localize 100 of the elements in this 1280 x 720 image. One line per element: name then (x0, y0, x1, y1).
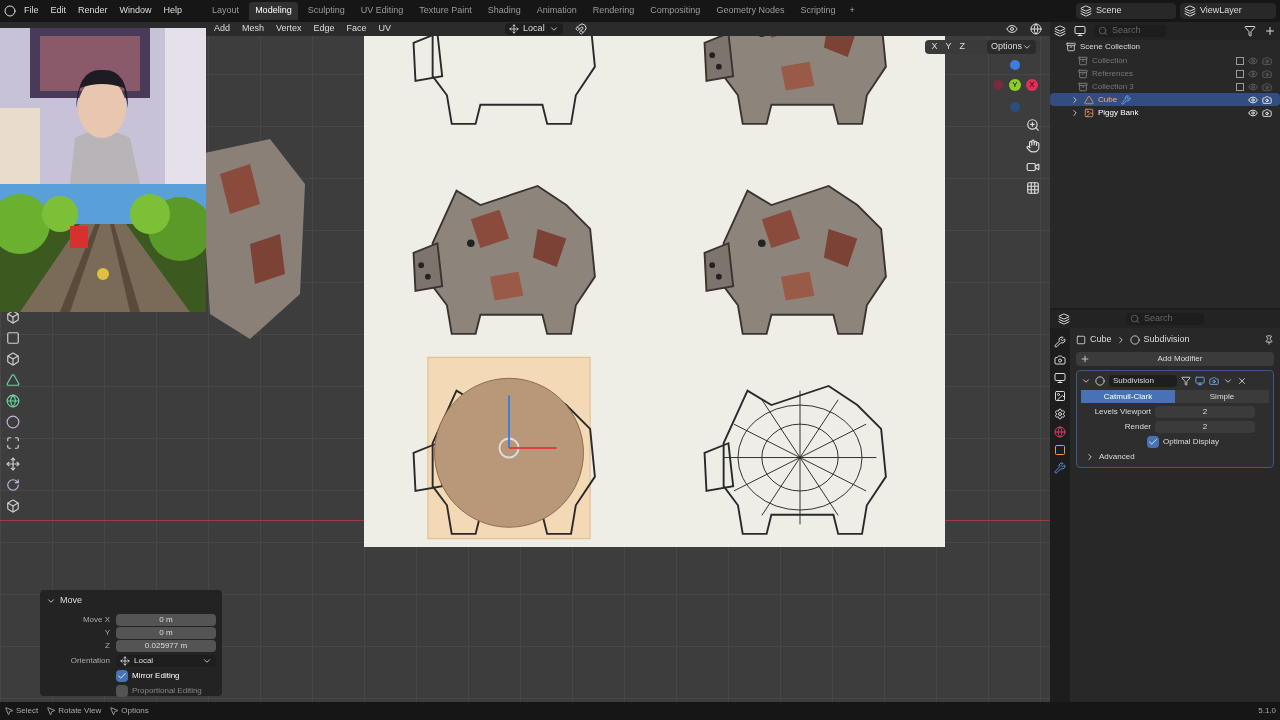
eye-icon[interactable] (1248, 107, 1258, 118)
checkbox[interactable] (1236, 69, 1244, 78)
render-tab-icon[interactable] (1054, 354, 1066, 366)
options-dropdown[interactable]: Options (986, 40, 1036, 54)
outliner-row[interactable]: Piggy Bank (1050, 106, 1280, 119)
number-field[interactable]: 0.025977 m (116, 639, 216, 652)
cube-icon[interactable] (6, 310, 20, 324)
3d-viewport[interactable]: Add Mesh Vertex Edge Face UV Local X Y Z Options Y X Move Move X 0 m Y 0 m Z 0.025977 m Orientation Local Mirror Editing Proportional Editing (0, 22, 1050, 702)
workspace-tab[interactable]: Geometry Nodes (710, 2, 791, 20)
menu-item[interactable]: File (20, 4, 43, 18)
workspace-tab[interactable]: Scripting (794, 2, 842, 20)
subdivision-type-tab[interactable]: Simple (1175, 390, 1269, 403)
eye-icon[interactable] (1248, 94, 1258, 105)
mirror-axis-toggle[interactable]: Y (943, 40, 954, 54)
cube-icon[interactable] (6, 352, 20, 366)
number-field[interactable]: 0 m (116, 626, 216, 639)
header-menu[interactable]: Add (214, 22, 230, 36)
mirror-axis-toggle[interactable]: X (929, 40, 940, 54)
tool-tab-icon[interactable] (1054, 336, 1066, 348)
checkbox[interactable] (1236, 56, 1244, 65)
gizmo-x-label: X (1026, 79, 1038, 91)
cube-icon[interactable] (6, 499, 20, 513)
viewport-toggle[interactable] (1195, 376, 1205, 386)
add-workspace-button[interactable]: + (845, 4, 859, 18)
menu-item[interactable]: Render (74, 4, 112, 18)
camera-icon[interactable] (1026, 160, 1040, 174)
object-tab-icon[interactable] (1054, 444, 1066, 456)
zoom-icon[interactable] (1026, 118, 1040, 132)
square-icon[interactable] (6, 331, 20, 345)
number-field[interactable]: 2 (1155, 406, 1255, 418)
header-menu[interactable]: Mesh (242, 22, 265, 36)
view-layer-tab-icon[interactable] (1054, 390, 1066, 402)
sphere-icon[interactable] (6, 415, 20, 429)
header-menu[interactable]: Vertex (276, 22, 302, 36)
chevron-right-icon (1070, 94, 1080, 105)
menu-item[interactable]: Help (159, 4, 187, 18)
scale-icon[interactable] (6, 436, 20, 450)
breadcrumb-item: Subdivision (1143, 333, 1190, 347)
view-layer-selector[interactable]: ViewLayer (1180, 3, 1276, 19)
grid-icon[interactable] (1026, 181, 1040, 195)
dropdown-icon[interactable] (1223, 376, 1233, 386)
workspace-tab[interactable]: Modeling (249, 2, 298, 20)
wrench-icon (1121, 94, 1132, 105)
move-icon[interactable] (6, 457, 20, 471)
modifier-tab-icon[interactable] (1054, 462, 1066, 474)
reference-image[interactable] (364, 36, 945, 547)
close-icon[interactable] (1237, 376, 1247, 386)
new-collection-icon[interactable] (1264, 25, 1276, 37)
checkbox-label: Mirror Editing (132, 669, 180, 682)
workspace-tab[interactable]: UV Editing (354, 2, 410, 20)
expand-toggle[interactable] (1081, 376, 1091, 386)
world-tab-icon[interactable] (1054, 426, 1066, 438)
pin-icon[interactable] (1264, 335, 1274, 345)
outliner-root[interactable]: Scene Collection (1080, 41, 1141, 53)
number-field[interactable]: 2 (1155, 421, 1255, 433)
rotate-icon[interactable] (6, 478, 20, 492)
add-modifier-button[interactable]: Add Modifier (1076, 352, 1274, 366)
axis-gizmo[interactable]: Y X (990, 60, 1040, 112)
header-menu[interactable]: UV (378, 22, 392, 36)
outliner-row[interactable]: Cube (1050, 93, 1280, 106)
mouse-icon (109, 706, 120, 716)
checkbox[interactable] (116, 684, 128, 697)
render-toggle[interactable] (1209, 376, 1219, 386)
mirror-axis-toggle[interactable]: Z (957, 40, 967, 54)
menu-item[interactable]: Edit (46, 4, 71, 18)
output-tab-icon[interactable] (1054, 372, 1066, 384)
checkbox[interactable] (1236, 82, 1244, 91)
workspace-tab[interactable]: Sculpting (301, 2, 351, 20)
snap-icon[interactable] (574, 23, 587, 35)
filter-icon[interactable] (1244, 25, 1256, 37)
modifier-name-field[interactable]: Subdivision (1109, 375, 1177, 387)
checkbox[interactable] (1147, 436, 1159, 448)
workspace-tab[interactable]: Layout (206, 2, 246, 20)
field-label: Z (104, 639, 110, 652)
workspace-tab[interactable]: Compositing (644, 2, 707, 20)
orientation-dropdown[interactable]: Local (116, 654, 216, 667)
header-menu[interactable]: Edge (313, 22, 335, 36)
menu-item[interactable]: Window (115, 4, 156, 18)
edit-mode-toggle[interactable] (1181, 376, 1191, 386)
subdivision-type-tab[interactable]: Catmull-Clark (1081, 390, 1175, 403)
workspace-tab[interactable]: Rendering (586, 2, 641, 20)
workspace-tab[interactable]: Shading (481, 2, 527, 20)
orientation-dropdown[interactable]: Local (505, 23, 563, 35)
globe-icon[interactable] (6, 394, 20, 408)
workspace-tab[interactable]: Texture Paint (413, 2, 478, 20)
scene-icon (1080, 5, 1092, 17)
header-menu[interactable]: Face (346, 22, 367, 36)
editor-type-icon[interactable] (1054, 25, 1066, 37)
editor-type-icon[interactable] (1058, 313, 1070, 325)
scene-tab-icon[interactable] (1054, 408, 1066, 420)
panel-header[interactable]: Move (46, 594, 216, 608)
visibility-icon[interactable] (1006, 23, 1018, 35)
scene-selector[interactable]: Scene (1076, 3, 1176, 19)
checkbox[interactable] (116, 669, 128, 682)
triangle-icon[interactable] (6, 373, 20, 387)
number-field[interactable]: 0 m (116, 613, 216, 626)
display-mode-icon[interactable] (1074, 25, 1086, 37)
workspace-tab[interactable]: Animation (530, 2, 583, 20)
advanced-subpanel[interactable]: Advanced (1081, 451, 1269, 463)
hand-icon[interactable] (1026, 139, 1040, 153)
